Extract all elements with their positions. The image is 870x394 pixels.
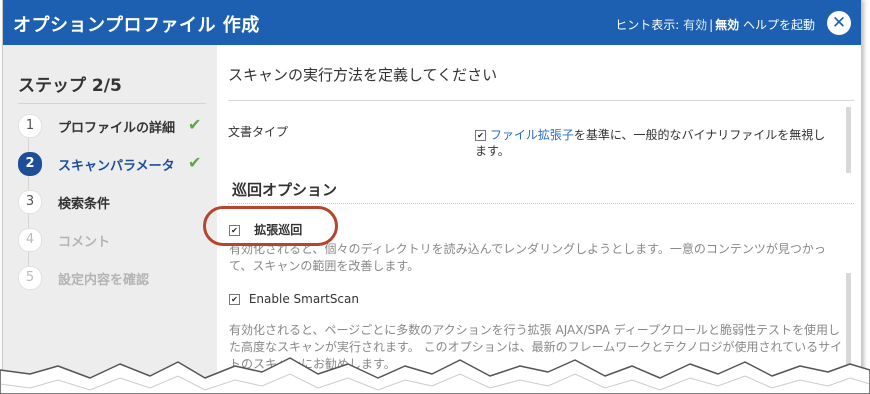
- torn-edge-decoration: [0, 357, 870, 394]
